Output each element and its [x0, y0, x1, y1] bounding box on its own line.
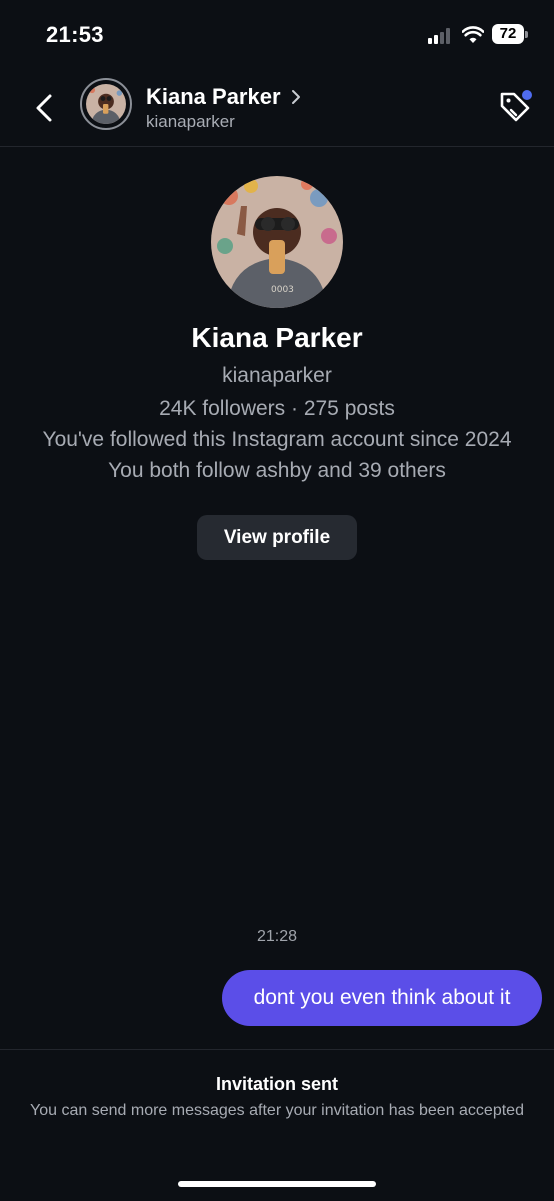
svg-text:0003: 0003	[271, 285, 294, 295]
status-time: 21:53	[46, 22, 104, 47]
battery-level: 72	[492, 24, 524, 44]
header-avatar-story-ring[interactable]	[80, 78, 132, 130]
sent-message-bubble[interactable]: dont you even think about it	[222, 970, 542, 1026]
view-profile-button[interactable]: View profile	[197, 515, 357, 560]
invitation-footer: Invitation sent You can send more messag…	[0, 1049, 554, 1201]
chat-header: Kiana Parker kianaparker	[0, 70, 554, 147]
cellular-signal-icon	[428, 28, 454, 44]
mutual-followers-text: You both follow ashby and 39 others	[108, 459, 446, 482]
chevron-right-icon[interactable]	[290, 88, 302, 106]
header-username: kianaparker	[146, 112, 235, 131]
back-button[interactable]	[28, 88, 64, 128]
tag-label-icon[interactable]	[496, 88, 534, 126]
invitation-title: Invitation sent	[215, 1074, 338, 1094]
followed-since-text: You've followed this Instagram account s…	[42, 428, 512, 451]
profile-display-name: Kiana Parker	[191, 322, 363, 353]
message-timestamp: 21:28	[256, 928, 298, 945]
profile-avatar[interactable]: 0003	[211, 176, 343, 308]
header-display-name[interactable]: Kiana Parker	[146, 84, 281, 110]
profile-username: kianaparker	[222, 364, 332, 387]
battery-tip	[525, 31, 528, 38]
notification-dot	[522, 90, 532, 100]
profile-stats: 24K followers · 275 posts	[159, 397, 395, 420]
invitation-description: You can send more messages after your in…	[30, 1102, 524, 1119]
home-indicator[interactable]	[178, 1181, 376, 1187]
wifi-icon	[462, 26, 484, 43]
status-bar: 21:53 72	[0, 0, 554, 70]
header-avatar	[86, 84, 126, 124]
